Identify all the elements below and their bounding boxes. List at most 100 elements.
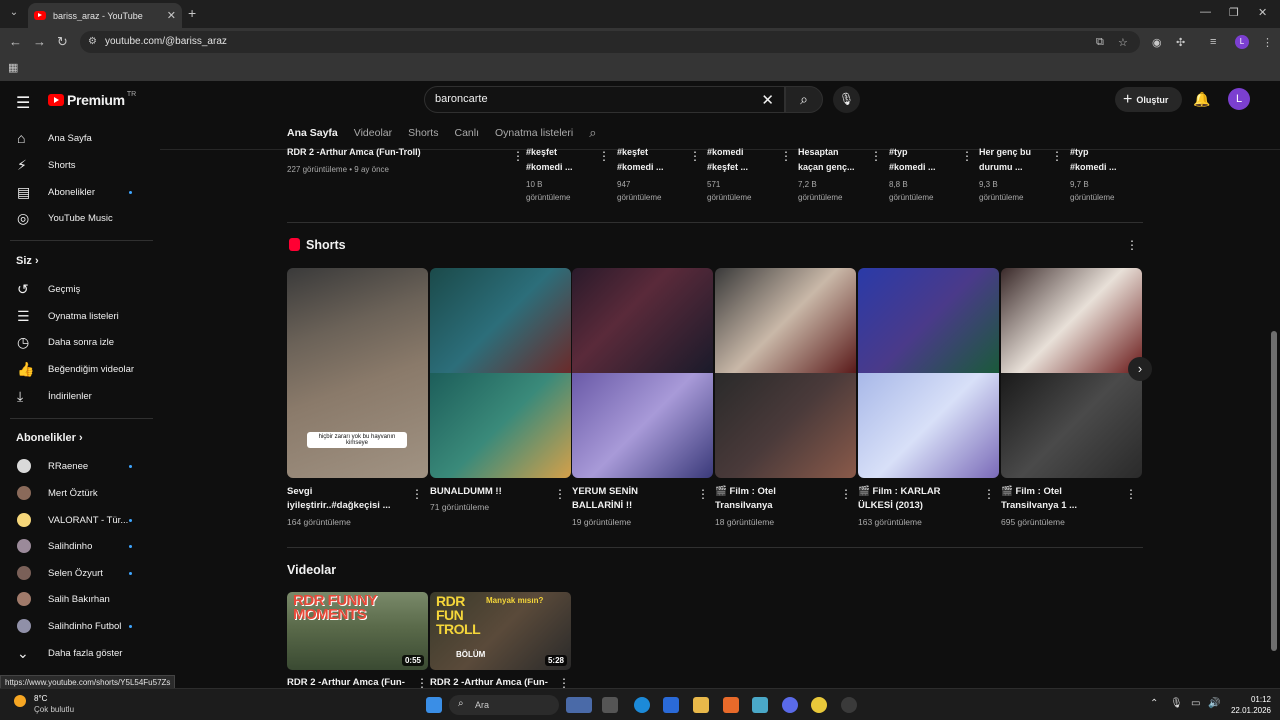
task-view-icon[interactable] (602, 697, 618, 713)
sidebar-channel[interactable]: Salih Bakırhan (0, 587, 150, 611)
settings-app-icon[interactable] (752, 697, 768, 713)
short-title[interactable]: Sevgi iyileştirir..#dağkeçisi ... (287, 485, 405, 513)
video-thumbnail[interactable]: RDR FUNNY MOMENTS 0:55 (287, 592, 428, 670)
sidebar-item-playlists[interactable]: ☰ Oynatma listeleri (0, 304, 150, 328)
short-title[interactable]: 🎬 Film : KARLAR ÜLKESİ (2013) (858, 485, 976, 513)
app-icon[interactable] (723, 697, 739, 713)
short-card[interactable]: Hesaptan kaçan genç... 7,2 B görüntüleme (798, 145, 868, 204)
short-title[interactable]: Her genç bu durumu ... (979, 145, 1049, 175)
clock[interactable]: 01:12 22.01.2026 (1229, 694, 1271, 716)
short-title[interactable]: #typ #komedi ... (1070, 145, 1140, 175)
sidebar-you-header[interactable]: Siz › (16, 255, 39, 267)
sidebar-item-downloads[interactable]: ⤓ İndirilenler (0, 384, 150, 408)
video-title[interactable]: RDR 2 -Arthur Amca (Fun- (287, 677, 405, 688)
restore-icon[interactable]: ❐ (1229, 6, 1239, 19)
short-title[interactable]: Hesaptan kaçan genç... (798, 145, 868, 175)
short-card[interactable]: Her genç bu durumu ... 9,3 B görüntüleme (979, 145, 1049, 204)
shelf-next-button[interactable]: › (1128, 357, 1152, 381)
more-options-icon[interactable]: ⋮ (870, 149, 882, 163)
sidebar-item-youtube-music[interactable]: ◎ YouTube Music (0, 206, 150, 230)
reload-icon[interactable]: ↻ (57, 34, 68, 50)
sidebar-channel[interactable]: Mert Öztürk (0, 481, 150, 505)
more-options-icon[interactable]: ⋮ (411, 487, 423, 501)
search-input[interactable]: baroncarte ✕ (424, 86, 785, 113)
short-title[interactable]: 🎬 Film : Otel Transilvanya (715, 485, 833, 513)
file-explorer-icon[interactable] (693, 697, 709, 713)
short-title[interactable]: 🎬 Film : Otel Transilvanya 1 ... (1001, 485, 1119, 513)
more-options-icon[interactable]: ⋮ (1051, 149, 1063, 163)
sidebar-item-watch-later[interactable]: ◷ Daha sonra izle (0, 330, 150, 354)
menu-icon[interactable]: ☰ (16, 93, 30, 113)
sidebar-channel[interactable]: Salihdinho (0, 534, 150, 558)
microphone-tray-icon[interactable]: 🎙 (1170, 698, 1183, 709)
bookmark-star-icon[interactable]: ☆ (1118, 36, 1128, 49)
sidebar-show-more[interactable]: ⌄ Daha fazla göster (0, 641, 150, 665)
sidebar-subscriptions-header[interactable]: Abonelikler › (16, 432, 83, 444)
app-icon[interactable] (841, 697, 857, 713)
notifications-bell-icon[interactable]: 🔔 (1193, 91, 1210, 108)
sidebar-item-subscriptions[interactable]: ▤ Abonelikler (0, 180, 150, 204)
volume-icon[interactable]: 🔊 (1208, 698, 1220, 709)
windows-start-icon[interactable] (426, 697, 442, 713)
more-options-icon[interactable]: ⋮ (689, 149, 701, 163)
sidebar-item-home[interactable]: ⌂ Ana Sayfa (0, 126, 150, 150)
short-title[interactable]: BUNALDUMM !! (430, 485, 548, 499)
video-title[interactable]: RDR 2 -Arthur Amca (Fun- (430, 677, 548, 688)
extensions-puzzle-icon[interactable]: ✣ (1176, 36, 1185, 49)
address-bar[interactable]: ⚙ youtube.com/@bariss_araz ⧉ ☆ (80, 31, 1140, 53)
short-card[interactable]: #typ #komedi ... 8,8 B görüntüleme (889, 145, 959, 204)
short-thumbnail[interactable] (858, 268, 999, 478)
sidebar-channel[interactable]: Selen Özyurt (0, 561, 150, 585)
more-options-icon[interactable]: ⋮ (512, 149, 524, 163)
sidebar-channel[interactable]: Salihdinho Futbol (0, 614, 150, 638)
sidebar-channel[interactable]: VALORANT - Tür... (0, 508, 150, 532)
youtube-premium-logo[interactable]: Premium TR (48, 91, 136, 108)
site-info-icon[interactable]: ⚙ (88, 36, 97, 47)
short-title[interactable]: #keşfet #komedi ... (617, 145, 687, 175)
short-title[interactable]: #keşfet #komedi ... (526, 145, 596, 175)
sidebar-item-history[interactable]: ↺ Geçmiş (0, 277, 150, 301)
browser-tab[interactable]: bariss_araz - YouTube ✕ (28, 3, 182, 28)
more-options-icon[interactable]: ⋮ (1125, 487, 1137, 501)
tray-chevron-icon[interactable]: ⌃ (1150, 698, 1158, 709)
short-thumbnail[interactable] (1001, 268, 1142, 478)
video-title[interactable]: RDR 2 -Arthur Amca (Fun-Troll) (287, 145, 507, 160)
new-tab-icon[interactable]: + (188, 5, 196, 21)
short-card[interactable]: #komedi #keşfet ... 571 görüntüleme (707, 145, 777, 204)
short-thumbnail[interactable]: hiçbir zararı yok bu hayvanın kimseye (287, 268, 428, 478)
more-options-icon[interactable]: ⋮ (416, 676, 428, 688)
more-options-icon[interactable]: ⋮ (558, 676, 570, 688)
search-button[interactable]: ⌕ (785, 86, 823, 113)
edge-icon[interactable] (634, 697, 650, 713)
display-icon[interactable]: ▭ (1191, 698, 1200, 709)
close-window-icon[interactable]: ✕ (1258, 6, 1267, 19)
taskbar-search[interactable]: ⌕ Ara (449, 695, 559, 715)
chrome-icon[interactable] (811, 697, 827, 713)
minimize-icon[interactable]: — (1200, 6, 1211, 18)
widget-icon[interactable] (566, 697, 592, 713)
more-options-icon[interactable]: ⋮ (840, 487, 852, 501)
more-options-icon[interactable]: ⋮ (780, 149, 792, 163)
short-thumbnail[interactable] (715, 268, 856, 478)
account-avatar[interactable]: L (1228, 88, 1250, 110)
sidebar-item-shorts[interactable]: ⚡ Shorts (0, 153, 150, 177)
short-thumbnail[interactable] (430, 268, 571, 478)
store-icon[interactable] (663, 697, 679, 713)
short-title[interactable]: YERUM SENİN BALLARİNİ !! (572, 485, 690, 513)
back-icon[interactable]: ← (9, 34, 22, 49)
video-card[interactable]: RDR 2 -Arthur Amca (Fun-Troll) 227 görün… (287, 145, 507, 176)
short-thumbnail[interactable] (572, 268, 713, 478)
short-card[interactable]: #typ #komedi ... 9,7 B görüntüleme (1070, 145, 1140, 204)
voice-search-button[interactable]: 🎙 (833, 86, 860, 113)
clear-search-icon[interactable]: ✕ (761, 91, 774, 109)
video-thumbnail[interactable]: RDR FUN TROLL Manyak mısın? BÖLÜM 5:28 (430, 592, 571, 670)
short-card[interactable]: #keşfet #komedi ... 947 görüntüleme (617, 145, 687, 204)
browser-menu-icon[interactable]: ⋮ (1262, 36, 1273, 49)
more-options-icon[interactable]: ⋮ (598, 149, 610, 163)
media-icon[interactable]: ≡ (1210, 36, 1216, 48)
sidebar-channel[interactable]: RRaenee (0, 454, 150, 478)
short-card[interactable]: #keşfet #komedi ... 10 B görüntüleme (526, 145, 596, 204)
forward-icon[interactable]: → (33, 34, 46, 49)
more-options-icon[interactable]: ⋮ (554, 487, 566, 501)
create-button[interactable]: + Oluştur (1115, 87, 1182, 112)
